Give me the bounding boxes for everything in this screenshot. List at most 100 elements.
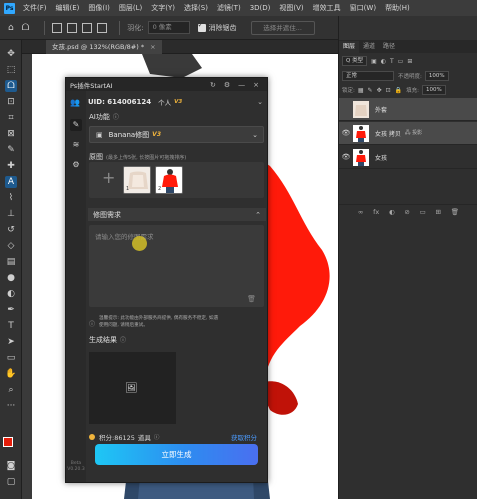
menu-3d[interactable]: 3D(D) <box>250 4 271 12</box>
shape-filter-icon[interactable]: ▭ <box>398 58 404 65</box>
chevron-down-icon[interactable]: ⌄ <box>257 98 263 106</box>
lasso-tool-icon[interactable]: ᗝ <box>5 80 17 92</box>
info-icon[interactable]: ⓘ <box>154 433 160 441</box>
zoom-tool-icon[interactable]: ⌕ <box>5 384 17 396</box>
trash-icon[interactable]: 🗑 <box>451 208 459 216</box>
tab-channels[interactable]: 通道 <box>359 41 379 53</box>
image-thumbnail[interactable]: 2 <box>155 166 183 194</box>
menu-plugins[interactable]: 增效工具 <box>313 3 341 13</box>
menu-select[interactable]: 选择(S) <box>184 3 208 13</box>
folder-icon[interactable]: ▭ <box>420 208 426 216</box>
layer-row[interactable]: 👁 女孩 拷贝 🖧 投影 <box>339 122 477 145</box>
add-selection-icon[interactable] <box>67 22 78 33</box>
blur-tool-icon[interactable]: ● <box>5 272 17 284</box>
path-select-tool-icon[interactable]: ➤ <box>5 336 17 348</box>
edit-icon[interactable]: ✎ <box>70 119 82 131</box>
opacity-input[interactable]: 100% <box>424 71 449 81</box>
account-row[interactable]: 👥 UID: 614006124 个人 V3 ⌄ <box>70 95 263 109</box>
healing-tool-icon[interactable]: ✚ <box>5 160 17 172</box>
mask-icon[interactable]: ◐ <box>389 208 395 216</box>
layer-row[interactable]: 外套 <box>339 98 477 121</box>
menu-image[interactable]: 图像(I) <box>88 3 110 13</box>
blend-mode-select[interactable]: 正常 <box>342 71 394 81</box>
layer-kind-select[interactable]: Q 类型 <box>342 56 368 66</box>
stamp-tool-icon[interactable]: ⊥ <box>5 208 17 220</box>
menu-type[interactable]: 文字(Y) <box>151 3 175 13</box>
trash-icon[interactable]: 🗑 <box>247 295 256 303</box>
quick-mask-icon[interactable]: ◙ <box>5 460 17 472</box>
gradient-tool-icon[interactable]: ▤ <box>5 256 17 268</box>
request-section-header[interactable]: 修图需求 ⌃ <box>88 208 266 221</box>
menu-edit[interactable]: 编辑(E) <box>56 3 80 13</box>
dodge-tool-icon[interactable]: ◐ <box>5 288 17 300</box>
lasso-tool-icon[interactable]: ᗝ <box>22 23 29 33</box>
eraser-tool-icon[interactable]: ◇ <box>5 240 17 252</box>
document-tab[interactable]: 女孩.psd @ 132%(RGB/8#) * × <box>46 40 162 54</box>
close-icon[interactable]: × <box>253 81 259 89</box>
shape-tool-icon[interactable]: ▭ <box>5 352 17 364</box>
startai-plugin-icon[interactable]: A <box>5 176 17 188</box>
history-brush-icon[interactable]: ↺ <box>5 224 17 236</box>
more-tools-icon[interactable]: ··· <box>5 400 17 412</box>
brush-tool-icon[interactable]: ⌇ <box>5 192 17 204</box>
request-textarea[interactable]: 请输入您的修图需求 🗑 <box>89 225 264 307</box>
link-icon[interactable]: ∞ <box>358 208 363 216</box>
info-icon[interactable]: ⓘ <box>113 114 119 121</box>
chevron-down-icon[interactable]: ⌄ <box>252 131 258 139</box>
smart-filter-icon[interactable]: ⊞ <box>407 58 412 65</box>
menu-view[interactable]: 视图(V) <box>279 3 303 13</box>
screen-mode-icon[interactable]: ▢ <box>5 476 17 488</box>
info-icon[interactable]: ⓘ <box>120 337 126 344</box>
adjust-filter-icon[interactable]: ◐ <box>381 58 386 65</box>
menu-file[interactable]: 文件(F) <box>23 3 47 13</box>
layers-icon[interactable]: ≋ <box>70 139 82 151</box>
lock-all-icon[interactable]: 🔒 <box>395 87 402 94</box>
home-icon[interactable]: ⌂ <box>8 23 14 33</box>
feather-input[interactable]: 0 像素 <box>147 21 190 34</box>
lock-pixels-icon[interactable]: ▦ <box>358 87 364 94</box>
image-filter-icon[interactable]: ▣ <box>371 58 377 65</box>
chevron-up-icon[interactable]: ⌃ <box>255 211 261 219</box>
minimize-icon[interactable]: — <box>238 81 245 89</box>
menu-help[interactable]: 帮助(H) <box>385 3 410 13</box>
menu-filter[interactable]: 滤镜(T) <box>217 3 241 13</box>
eye-icon[interactable]: 👁 <box>339 153 353 161</box>
add-image-icon[interactable]: + <box>102 168 115 187</box>
select-and-mask-button[interactable]: 选择并遮住... <box>250 20 315 35</box>
hand-tool-icon[interactable]: ✋ <box>5 368 17 380</box>
refresh-icon[interactable]: ↻ <box>210 81 216 89</box>
subtract-selection-icon[interactable] <box>82 22 93 33</box>
pen-tool-icon[interactable]: ✒ <box>5 304 17 316</box>
fx-icon[interactable]: fx <box>373 208 379 216</box>
eye-icon[interactable]: 👁 <box>339 129 353 137</box>
gear-icon[interactable]: ⚙ <box>70 159 82 171</box>
function-select[interactable]: ▣ Banana修图 V3 ⌄ <box>89 126 264 143</box>
close-icon[interactable]: × <box>150 43 155 51</box>
layer-row[interactable]: 👁 女孩 <box>339 146 477 169</box>
tab-layers[interactable]: 图层 <box>339 41 360 53</box>
new-layer-icon[interactable]: ⊞ <box>436 208 441 216</box>
eyedropper-tool-icon[interactable]: ✎ <box>5 144 17 156</box>
crop-tool-icon[interactable]: ⌗ <box>5 112 17 124</box>
tab-paths[interactable]: 路径 <box>379 41 399 53</box>
new-selection-icon[interactable] <box>52 22 63 33</box>
lock-move-icon[interactable]: ✥ <box>377 87 382 94</box>
adjustment-icon[interactable]: ⊘ <box>404 208 409 216</box>
lock-artboard-icon[interactable]: ⊡ <box>386 87 391 94</box>
frame-tool-icon[interactable]: ⊠ <box>5 128 17 140</box>
settings-icon[interactable]: ⚙ <box>224 81 230 89</box>
type-tool-icon[interactable]: T <box>5 320 17 332</box>
move-tool-icon[interactable]: ✥ <box>5 48 17 60</box>
antialias-checkbox[interactable] <box>197 21 206 32</box>
lock-paint-icon[interactable]: ✎ <box>368 87 373 94</box>
intersect-selection-icon[interactable] <box>97 22 108 33</box>
generate-button[interactable]: 立即生成 <box>95 444 258 465</box>
image-thumbnail[interactable]: 1 <box>123 166 151 194</box>
fill-input[interactable]: 100% <box>421 85 446 95</box>
foreground-color-swatch[interactable] <box>3 437 13 447</box>
get-points-link[interactable]: 获取积分 <box>231 432 257 442</box>
menu-layer[interactable]: 图层(L) <box>119 3 142 13</box>
text-filter-icon[interactable]: T <box>390 58 394 65</box>
object-select-tool-icon[interactable]: ⊡ <box>5 96 17 108</box>
marquee-tool-icon[interactable]: ⬚ <box>5 64 17 76</box>
